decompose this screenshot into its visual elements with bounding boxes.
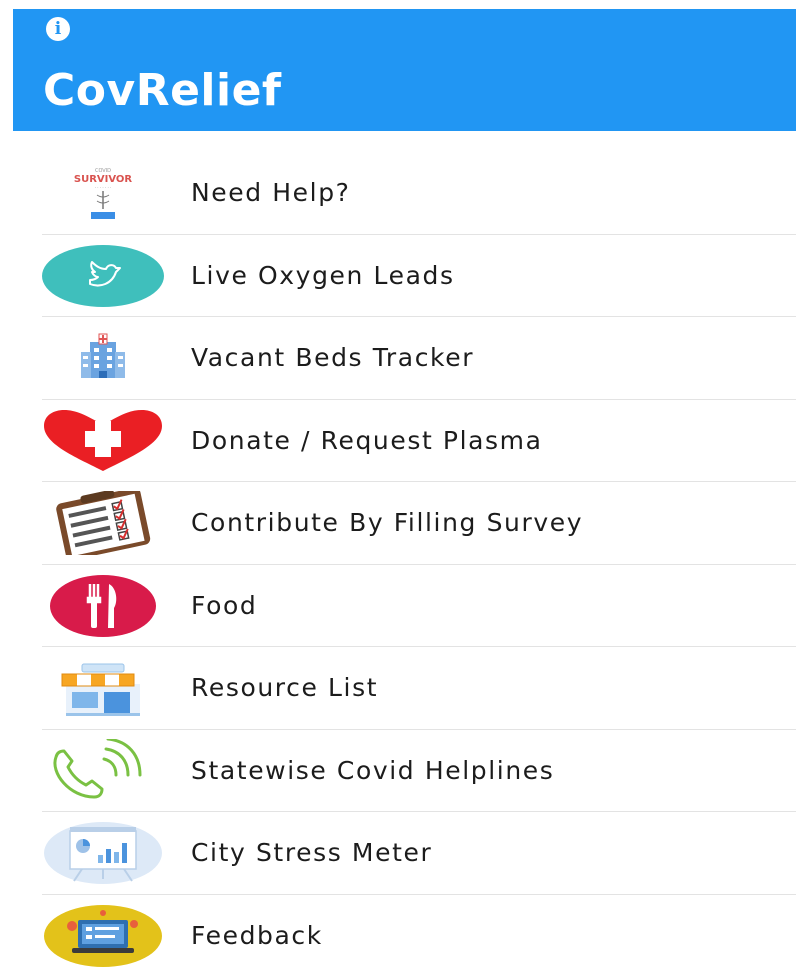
- menu-item-label: Live Oxygen Leads: [191, 235, 455, 317]
- info-icon[interactable]: i: [46, 17, 70, 41]
- menu-item-food[interactable]: Food: [42, 565, 796, 648]
- survivor-icon-text: SURVIVOR: [74, 174, 133, 185]
- menu-item-label: Resource List: [191, 647, 378, 729]
- app-title: CovRelief: [43, 63, 282, 119]
- menu-item-contribute-survey[interactable]: Contribute By Filling Survey: [42, 482, 796, 565]
- phone-ringing-icon: [42, 739, 164, 803]
- menu-list: COVID SURVIVOR · · · · · · · Need Help? …: [42, 152, 796, 977]
- menu-item-label: Need Help?: [191, 152, 351, 234]
- menu-item-vacant-beds-tracker[interactable]: Vacant Beds Tracker: [42, 317, 796, 400]
- menu-item-label: Feedback: [191, 895, 323, 977]
- fork-knife-icon: [42, 574, 164, 638]
- menu-item-label: Vacant Beds Tracker: [191, 317, 474, 399]
- menu-item-label: Donate / Request Plasma: [191, 400, 543, 482]
- menu-item-label: City Stress Meter: [191, 812, 432, 894]
- menu-item-feedback[interactable]: Feedback: [42, 895, 796, 977]
- twitter-bird-icon: [42, 244, 164, 308]
- feedback-laptop-icon: [42, 904, 164, 968]
- menu-item-label: Food: [191, 565, 257, 647]
- survey-clipboard-icon: [42, 491, 164, 555]
- menu-item-live-oxygen-leads[interactable]: Live Oxygen Leads: [42, 235, 796, 318]
- menu-item-need-help[interactable]: COVID SURVIVOR · · · · · · · Need Help?: [42, 152, 796, 235]
- presentation-chart-icon: [42, 821, 164, 885]
- menu-item-city-stress-meter[interactable]: City Stress Meter: [42, 812, 796, 895]
- menu-item-resource-list[interactable]: Resource List: [42, 647, 796, 730]
- menu-item-statewise-helplines[interactable]: Statewise Covid Helplines: [42, 730, 796, 813]
- menu-item-donate-request-plasma[interactable]: Donate / Request Plasma: [42, 400, 796, 483]
- heart-cross-icon: [42, 409, 164, 473]
- svg-text:· · · · · · ·: · · · · · · ·: [95, 185, 112, 190]
- menu-item-label: Contribute By Filling Survey: [191, 482, 583, 564]
- hospital-building-icon: [42, 326, 164, 390]
- app-header: i CovRelief: [13, 9, 796, 131]
- menu-item-label: Statewise Covid Helplines: [191, 730, 554, 812]
- storefront-icon: [42, 656, 164, 720]
- covid-survivor-icon: COVID SURVIVOR · · · · · · ·: [42, 161, 164, 225]
